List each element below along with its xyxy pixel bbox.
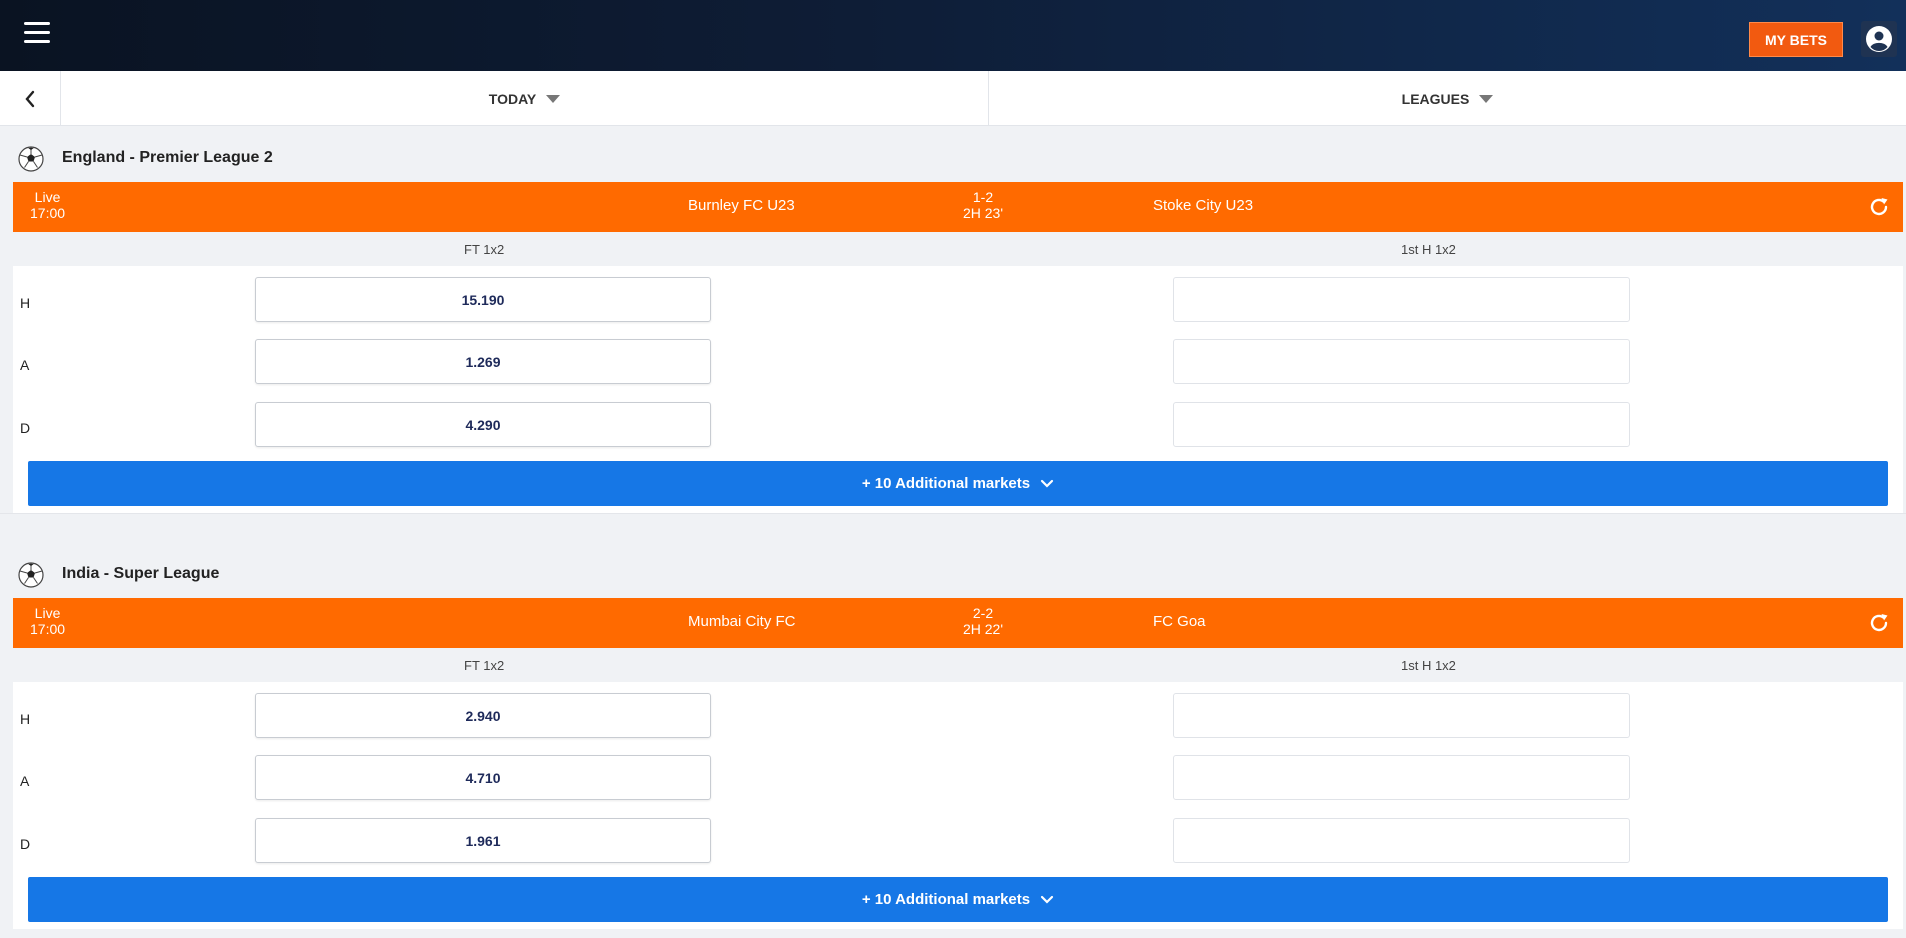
match-bar[interactable]: Live 17:00 Burnley FC U23 1-2 2H 23' Sto…	[13, 182, 1903, 232]
chevron-left-icon	[25, 90, 35, 107]
top-bar: MY BETS	[0, 0, 1906, 71]
league-name: England - Premier League 2	[62, 149, 273, 166]
filter-bar: TODAY LEAGUES	[0, 71, 1906, 126]
league-header: India - Super League	[0, 549, 1906, 599]
match-score: 1-2 2H 23'	[943, 189, 1023, 221]
odds-button-ft-away[interactable]: 4.710	[255, 755, 711, 800]
score-value: 2-2	[972, 605, 994, 621]
caret-down-icon	[1479, 94, 1494, 103]
soccer-ball-icon	[18, 562, 44, 588]
odds-button-first-half-draw[interactable]	[1173, 402, 1630, 447]
match-status: Live	[34, 189, 61, 205]
today-filter-label: TODAY	[488, 90, 537, 107]
odds-button-ft-away[interactable]: 1.269	[255, 339, 711, 384]
section-divider	[0, 513, 1906, 514]
user-icon	[1866, 26, 1892, 52]
odds-button-first-half-home[interactable]	[1173, 277, 1630, 322]
away-team: Stoke City U23	[1153, 197, 1254, 214]
league-header: England - Premier League 2	[0, 133, 1906, 183]
soccer-ball-icon	[18, 146, 44, 172]
outcome-label-away: A	[20, 357, 30, 373]
market-header-ft: FT 1x2	[464, 658, 505, 673]
additional-markets-button[interactable]: + 10 Additional markets	[28, 877, 1888, 922]
odds-button-ft-home[interactable]: 15.190	[255, 277, 711, 322]
odds-table: H 15.190 A 1.269 D 4.290 + 10 Additional…	[13, 266, 1903, 513]
home-team: Mumbai City FC	[688, 613, 796, 630]
refresh-icon[interactable]	[1867, 195, 1891, 219]
my-bets-button[interactable]: MY BETS	[1749, 22, 1843, 57]
market-headers: FT 1x2 1st H 1x2	[13, 232, 1903, 266]
odds-button-ft-draw[interactable]: 1.961	[255, 818, 711, 863]
chevron-down-icon	[1041, 895, 1054, 904]
outcome-label-draw: D	[20, 836, 31, 852]
match-bar[interactable]: Live 17:00 Mumbai City FC 2-2 2H 22' FC …	[13, 598, 1903, 648]
match-clock: 2H 22'	[962, 621, 1004, 637]
match-status: Live	[34, 605, 61, 621]
market-headers: FT 1x2 1st H 1x2	[13, 648, 1903, 682]
refresh-icon[interactable]	[1867, 611, 1891, 635]
chevron-down-icon	[1041, 479, 1054, 488]
odds-button-first-half-away[interactable]	[1173, 755, 1630, 800]
match-clock: 2H 23'	[962, 205, 1004, 221]
score-value: 1-2	[972, 189, 994, 205]
match-live-info: Live 17:00	[30, 189, 65, 221]
odds-button-ft-home[interactable]: 2.940	[255, 693, 711, 738]
away-team: FC Goa	[1153, 613, 1206, 630]
leagues-filter-label: LEAGUES	[1401, 90, 1470, 107]
menu-icon[interactable]	[24, 22, 50, 44]
match-time: 17:00	[30, 621, 66, 637]
user-account-button[interactable]	[1861, 21, 1897, 57]
odds-button-ft-draw[interactable]: 4.290	[255, 402, 711, 447]
caret-down-icon	[546, 94, 561, 103]
market-header-ft: FT 1x2	[464, 242, 505, 257]
odds-button-first-half-draw[interactable]	[1173, 818, 1630, 863]
home-team: Burnley FC U23	[688, 197, 795, 214]
outcome-label-draw: D	[20, 420, 31, 436]
odds-button-first-half-home[interactable]	[1173, 693, 1630, 738]
match-score: 2-2 2H 22'	[943, 605, 1023, 637]
odds-table: H 2.940 A 4.710 D 1.961 + 10 Additional …	[13, 682, 1903, 929]
back-button[interactable]	[0, 71, 61, 126]
outcome-label-home: H	[20, 295, 31, 311]
market-header-first-half: 1st H 1x2	[1401, 242, 1456, 257]
additional-markets-button[interactable]: + 10 Additional markets	[28, 461, 1888, 506]
match-live-info: Live 17:00	[30, 605, 65, 637]
match-time: 17:00	[30, 205, 66, 221]
odds-button-first-half-away[interactable]	[1173, 339, 1630, 384]
outcome-label-home: H	[20, 711, 31, 727]
leagues-filter[interactable]: LEAGUES	[989, 71, 1906, 126]
today-filter[interactable]: TODAY	[61, 71, 989, 126]
market-header-first-half: 1st H 1x2	[1401, 658, 1456, 673]
additional-markets-label: + 10 Additional markets	[861, 891, 1031, 908]
league-name: India - Super League	[62, 565, 220, 582]
additional-markets-label: + 10 Additional markets	[861, 475, 1031, 492]
outcome-label-away: A	[20, 773, 30, 789]
